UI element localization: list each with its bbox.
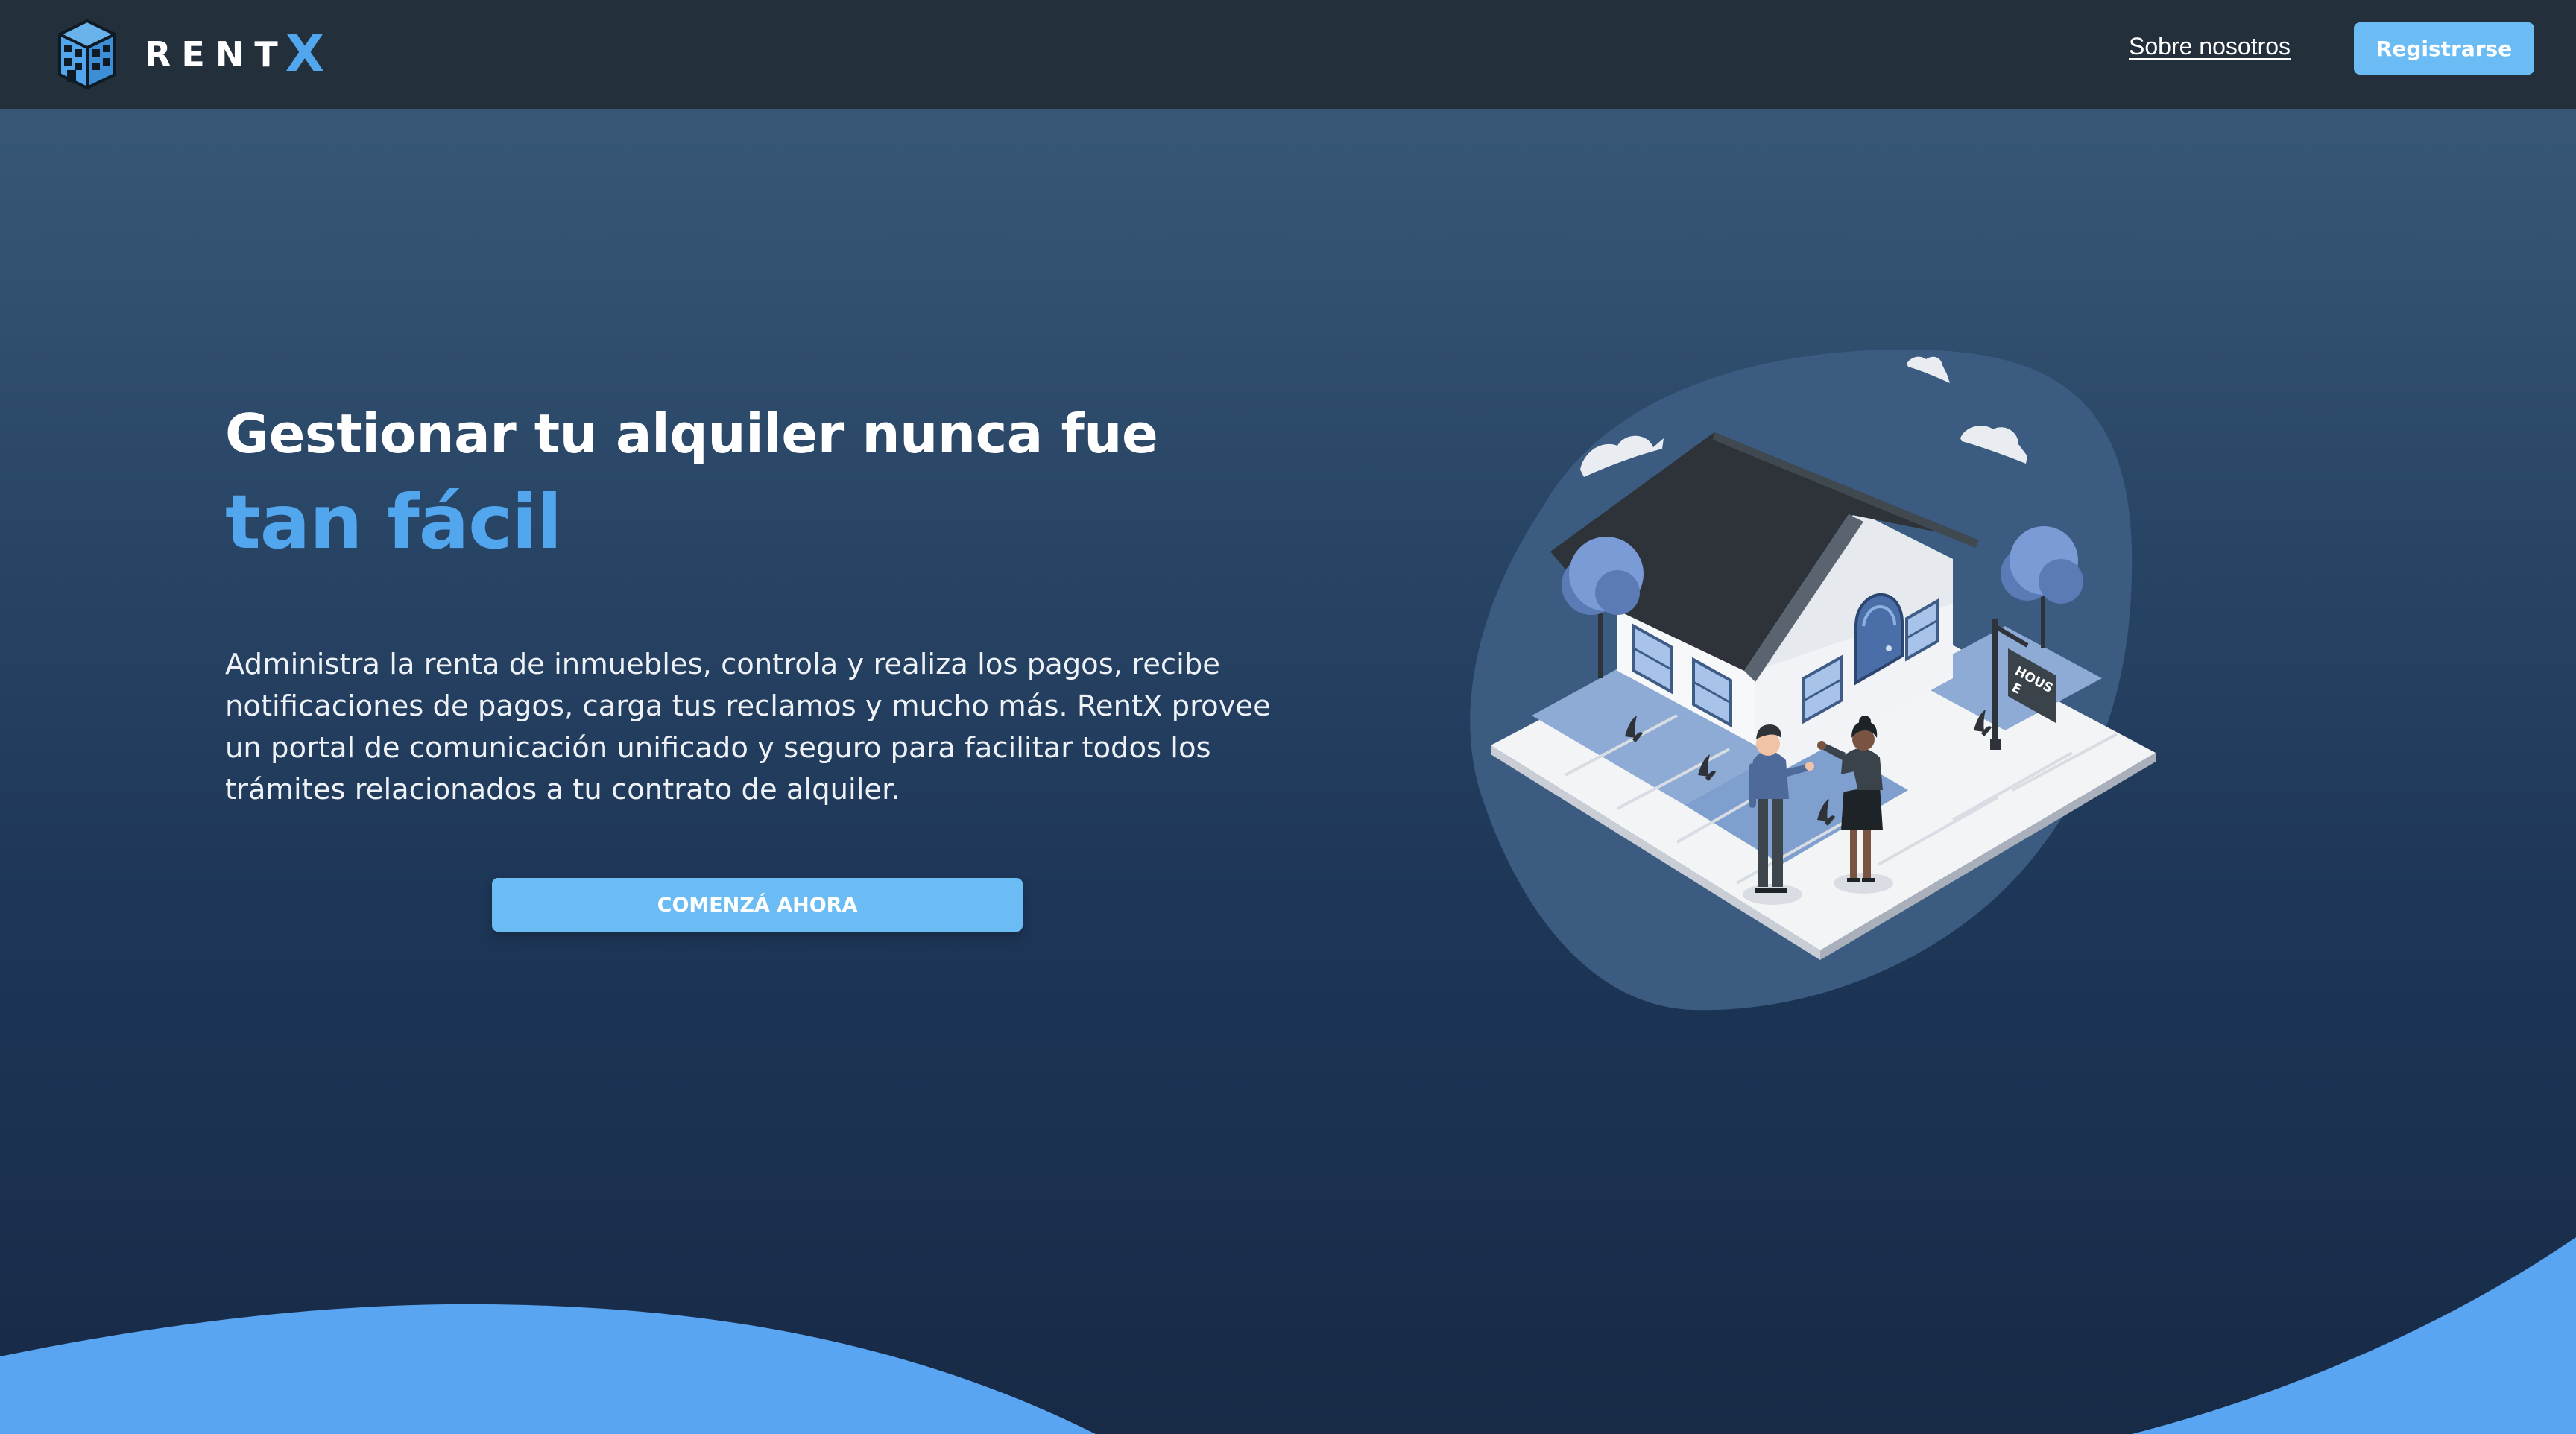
brand-logo-link[interactable]: RENT X (57, 13, 324, 95)
brand-name: RENT X (145, 29, 324, 80)
building-icon (58, 19, 116, 89)
navbar: RENT X Sobre nosotros Registrarse (0, 0, 2576, 109)
landing-page: RENT X Sobre nosotros Registrarse Gestio… (0, 0, 2576, 1434)
hero-title: Gestionar tu alquiler nunca fue (225, 402, 1158, 465)
bottom-waves (0, 1222, 2576, 1434)
register-button[interactable]: Registrarse (2354, 22, 2534, 75)
about-us-link[interactable]: Sobre nosotros (2129, 33, 2291, 60)
hero-description: Administra la renta de inmuebles, contro… (225, 648, 1271, 806)
wave-left (0, 1304, 1096, 1434)
brand-name-accent: X (285, 25, 325, 83)
house-scene: HOUS E (1470, 349, 2156, 1011)
brand-name-text: RENT (145, 34, 288, 75)
hero-title-accent: tan fácil (225, 478, 562, 566)
get-started-button[interactable]: COMENZÁ AHORA (492, 878, 1023, 932)
house-illustration: HOUS E (1461, 328, 2176, 1029)
wave-right (2132, 1237, 2576, 1434)
